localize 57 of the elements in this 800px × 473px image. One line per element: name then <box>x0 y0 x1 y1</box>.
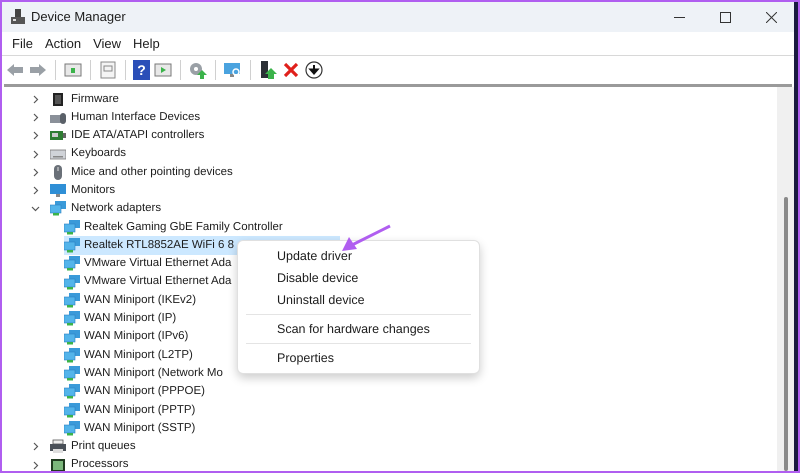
processor-icon <box>50 458 66 471</box>
device-manager-icon <box>10 9 26 25</box>
context-menu-item[interactable]: Uninstall device <box>246 289 471 311</box>
menu-item[interactable]: Action <box>40 34 86 54</box>
window-title: Device Manager <box>31 8 126 26</box>
tree-item[interactable]: WAN Miniport (L2TP) <box>64 346 197 364</box>
tree-item[interactable]: VMware Virtual Ethernet Ada <box>64 254 236 273</box>
menu-item[interactable]: View <box>88 34 126 54</box>
tree-item[interactable]: WAN Miniport (PPTP) <box>64 401 200 420</box>
minimize-icon <box>674 16 684 18</box>
tree-item[interactable]: IDE ATA/ATAPI controllers <box>31 126 777 145</box>
tree-item[interactable]: Print queues <box>31 438 777 456</box>
tree-item[interactable]: Network adapters <box>31 200 777 218</box>
close-icon <box>766 12 776 22</box>
network-icon <box>64 256 80 272</box>
chip-icon <box>50 92 66 107</box>
tree-item[interactable]: Realtek Gaming GbE Family Controller <box>64 218 287 236</box>
scrollbar[interactable] <box>777 87 794 471</box>
tree-item[interactable]: WAN Miniport (Network Mo <box>64 364 227 383</box>
network-icon <box>50 201 66 216</box>
tree-item[interactable]: WAN Miniport (IPv6) <box>64 328 192 346</box>
printer-icon <box>50 439 66 454</box>
tree-item[interactable]: WAN Miniport (SSTP) <box>64 419 200 438</box>
tree-item[interactable]: Firmware <box>31 90 777 108</box>
network-icon <box>64 402 80 418</box>
tree-item[interactable]: Keyboards <box>31 144 777 164</box>
context-menu-item[interactable]: Properties <box>246 347 471 369</box>
context-menu-item[interactable]: Disable device <box>246 267 471 289</box>
network-icon <box>64 366 80 382</box>
keyboard-icon <box>50 146 66 162</box>
tree-item[interactable]: WAN Miniport (PPPOE) <box>64 382 209 402</box>
tree-item[interactable]: Processors <box>31 456 777 471</box>
network-icon <box>64 384 80 400</box>
network-icon <box>64 348 80 363</box>
properties-sheet-icon[interactable] <box>98 60 118 80</box>
tree-item[interactable]: WAN Miniport (IP) <box>64 310 180 328</box>
menu-item[interactable]: Help <box>128 34 165 54</box>
context-menu-item[interactable]: Scan for hardware changes <box>246 318 471 340</box>
tree-item[interactable]: Mice and other pointing devices <box>31 163 777 182</box>
maximize-icon <box>720 12 730 22</box>
network-icon <box>64 420 80 436</box>
monitor-icon <box>50 183 66 198</box>
menu-item[interactable]: File <box>7 34 38 54</box>
network-icon <box>64 311 80 326</box>
network-icon <box>64 330 80 344</box>
network-icon <box>64 220 80 235</box>
driver-upload-icon[interactable] <box>258 60 278 80</box>
network-icon <box>64 274 80 290</box>
network-icon <box>64 292 80 308</box>
tree-item[interactable]: WAN Miniport (IKEv2) <box>64 291 200 310</box>
tree-item[interactable]: VMware Virtual Ethernet Ada <box>64 272 236 292</box>
collapse-chevron-icon[interactable] <box>31 204 40 214</box>
tree-item[interactable]: Human Interface Devices <box>31 108 777 127</box>
network-icon <box>64 238 80 254</box>
tree-item[interactable]: Monitors <box>31 181 777 200</box>
help-icon[interactable]: ? <box>133 60 150 80</box>
download-circle-icon[interactable] <box>304 60 324 80</box>
